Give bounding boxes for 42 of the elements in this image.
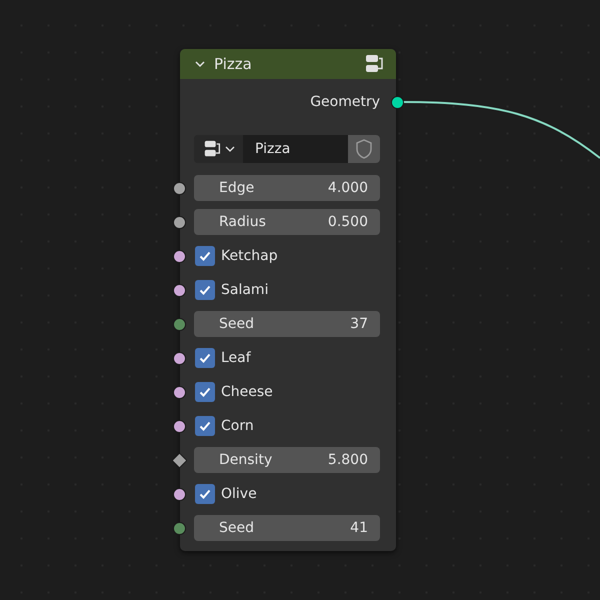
checkbox-label: Olive [221,486,257,502]
output-socket[interactable] [391,96,404,109]
number-field[interactable]: Seed 37 [194,311,380,337]
check-icon [198,487,212,501]
node-title: Pizza [214,55,253,73]
checkbox-label: Ketchap [221,248,278,264]
checkbox[interactable] [195,246,215,266]
input-socket[interactable] [173,284,186,297]
input-socket[interactable] [173,182,186,195]
checkbox-label: Leaf [221,350,251,366]
shield-icon [354,138,374,160]
checkbox[interactable] [195,382,215,402]
checkbox-label: Salami [221,282,268,298]
fake-user-button[interactable] [348,135,380,163]
check-icon [198,249,212,263]
check-icon [198,351,212,365]
caret-icon [224,144,234,154]
input-socket[interactable] [173,216,186,229]
input-socket[interactable] [173,488,186,501]
checkbox[interactable] [195,484,215,504]
input-socket[interactable] [173,522,186,535]
check-icon [198,419,212,433]
checkbox-label: Corn [221,418,254,434]
input-socket[interactable] [173,250,186,263]
number-field[interactable]: Edge 4.000 [194,175,380,201]
input-socket[interactable] [173,318,186,331]
node-group-icon [202,139,222,159]
node-group-icon [364,53,386,75]
group-name-field[interactable]: Pizza [243,135,348,163]
number-field[interactable]: Density 5.800 [194,447,380,473]
input-socket[interactable] [173,386,186,399]
check-icon [198,385,212,399]
checkbox[interactable] [195,348,215,368]
number-field[interactable]: Radius 0.500 [194,209,380,235]
input-socket[interactable] [173,352,186,365]
checkbox-label: Cheese [221,384,273,400]
checkbox[interactable] [195,280,215,300]
check-icon [198,283,212,297]
checkbox[interactable] [195,416,215,436]
output-label: Geometry [310,94,380,110]
input-socket[interactable] [173,420,186,433]
number-field[interactable]: Seed 41 [194,515,380,541]
